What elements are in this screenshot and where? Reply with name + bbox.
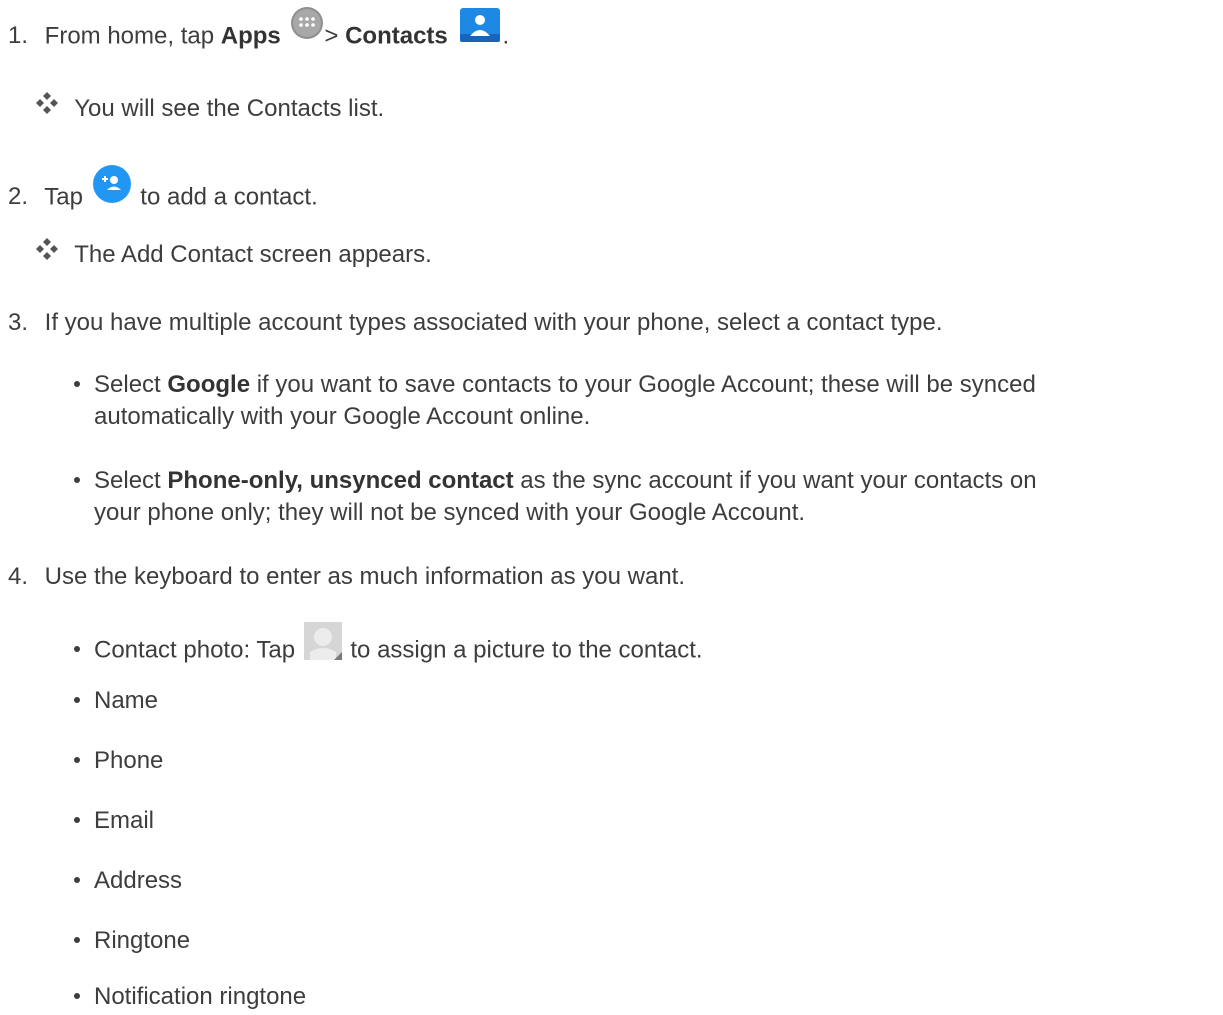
bullet-text: automatically with your Google Account o… [94,403,591,430]
bullet-text: Email [94,807,155,834]
step-text: If you have multiple account types assoc… [44,309,943,336]
bullet-dot [74,476,80,483]
list-item-phone-only: Select Phone-only, unsynced contact as t… [74,466,1037,496]
step-text: Use the keyboard to enter as much inform… [44,563,686,590]
step-number: 1. [8,22,29,50]
result-step-2: The Add Contact screen appears. [36,237,432,271]
diamond-bullet-icon [36,237,58,268]
separator: > [324,22,346,50]
bullet-text: Ringtone [94,927,191,954]
step-number: 4. [8,563,29,590]
bullet-bold: Google [167,371,251,398]
list-item-contact-photo: Contact photo: Tap to assign a picture t… [74,622,703,674]
list-item: Email [74,806,154,836]
step-text: Tap [44,183,83,211]
bullet-text: Select [94,467,168,494]
step-number: 3. [8,309,29,336]
bullet-text: if you want to save contacts to your Goo… [250,371,1036,398]
period: . [502,22,510,50]
result-text: The Add Contact screen appears. [74,241,432,268]
step-1: 1. From home, tap Apps > Contacts . [8,7,510,60]
contacts-label: Contacts [345,22,448,50]
bullet-text: Notification ringtone [94,983,307,1010]
list-item-google-cont: automatically with your Google Account o… [94,402,590,432]
bullet-dot [74,876,80,883]
bullet-dot [74,696,80,703]
contact-photo-icon [303,622,342,668]
step-3: 3. If you have multiple account types as… [8,308,943,338]
bullet-dot [74,936,80,943]
list-item-google: Select Google if you want to save contac… [74,370,1036,400]
list-item: Notification ringtone [74,982,306,1012]
result-text: You will see the Contacts list. [74,95,385,122]
diamond-bullet-icon [36,91,58,122]
bullet-text: as the sync account if you want your con… [513,467,1037,494]
bullet-text: Address [94,867,183,894]
bullet-text: Name [94,687,159,714]
list-item: Phone [74,746,163,776]
bullet-dot [74,756,80,763]
step-text: From home, tap [44,22,221,50]
bullet-text: to assign a picture to the contact. [350,636,703,664]
list-item: Ringtone [74,926,190,956]
bullet-dot [74,992,80,999]
list-item: Name [74,686,158,716]
result-step-1: You will see the Contacts list. [36,91,385,125]
apps-icon [290,6,324,48]
bullet-text: your phone only; they will not be synced… [94,499,806,526]
bullet-text: Contact photo: Tap [94,636,296,664]
list-item-phone-only-cont: your phone only; they will not be synced… [94,498,805,528]
list-item: Address [74,866,182,896]
bullet-text: Phone [94,747,164,774]
bullet-bold: Phone-only, unsynced contact [167,467,514,494]
bullet-dot [74,646,80,652]
apps-label: Apps [220,22,281,50]
bullet-text: Select [94,371,168,398]
add-contact-icon [92,164,132,212]
contacts-icon [458,6,502,52]
bullet-dot [74,816,80,823]
bullet-dot [74,380,80,387]
step-4: 4. Use the keyboard to enter as much inf… [8,562,685,592]
step-number: 2. [8,183,29,211]
step-text: to add a contact. [140,183,318,211]
step-2: 2. Tap to add a contact. [8,165,318,222]
